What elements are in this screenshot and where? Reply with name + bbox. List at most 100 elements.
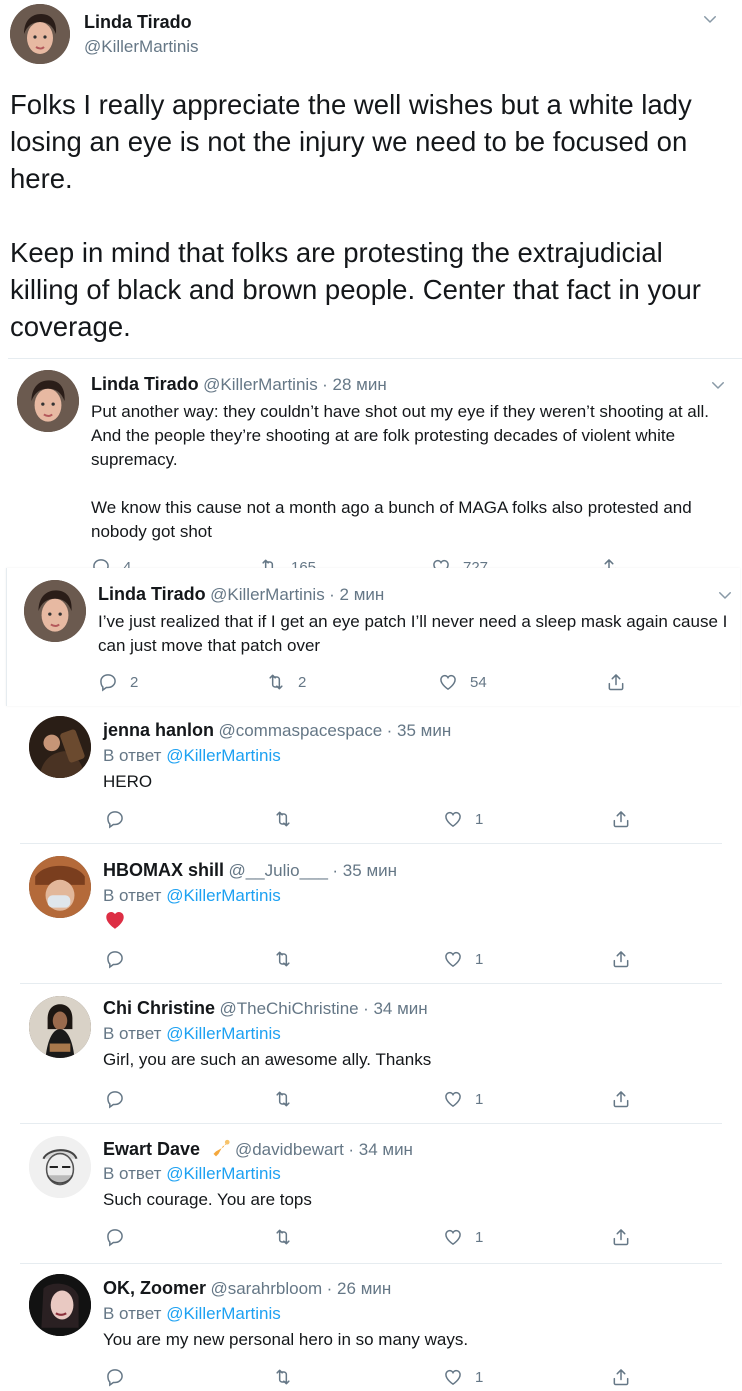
chevron-down-icon[interactable] — [701, 10, 719, 28]
author-handle[interactable]: @davidbewart — [235, 1140, 344, 1159]
tweet-actions: 1 — [105, 1226, 645, 1248]
like-button[interactable]: 1 — [443, 1088, 483, 1110]
avatar[interactable] — [29, 856, 91, 918]
divider — [8, 358, 742, 359]
heart-icon — [443, 1367, 463, 1387]
retweet-button[interactable] — [273, 1366, 293, 1388]
heart-icon — [443, 1227, 463, 1247]
timestamp[interactable]: · 34 мин — [348, 1140, 413, 1159]
retweet-button[interactable] — [273, 808, 293, 830]
reply-tweet[interactable]: OK, Zoomer @sarahrbloom · 26 мин В ответ… — [0, 1264, 742, 1391]
like-count: 1 — [475, 950, 484, 968]
author-handle[interactable]: @sarahrbloom — [210, 1279, 322, 1298]
share-button[interactable] — [611, 1226, 631, 1248]
author-name[interactable]: HBOMAX shill — [103, 860, 224, 880]
trumpet-icon — [211, 1138, 231, 1158]
retweet-icon — [273, 1367, 293, 1387]
reply-icon — [105, 809, 125, 829]
author-handle[interactable]: @KillerMartinis — [210, 585, 325, 604]
reply-tweet[interactable]: Chi Christine @TheChiChristine · 34 мин … — [0, 984, 742, 1124]
tweet-text: You are my new personal hero in so many … — [103, 1330, 469, 1349]
avatar[interactable] — [10, 4, 70, 64]
main-tweet: Linda Tirado @KillerMartinis Folks I rea… — [0, 0, 742, 358]
author-handle[interactable]: @commaspacespace — [218, 721, 382, 740]
retweet-button[interactable]: 2 — [266, 671, 306, 693]
reply-target-link[interactable]: @KillerMartinis — [166, 1164, 281, 1183]
heart-icon — [443, 1089, 463, 1109]
tweet-header: jenna hanlon @commaspacespace · 35 мин — [103, 720, 451, 741]
retweet-button[interactable] — [273, 948, 293, 970]
share-icon — [611, 1367, 631, 1387]
timestamp[interactable]: · 2 мин — [329, 585, 384, 604]
reply-context: В ответ @KillerMartinis — [103, 1164, 281, 1184]
like-count: 1 — [475, 1368, 484, 1386]
timestamp[interactable]: · 26 мин — [327, 1279, 392, 1298]
reply-prefix: В ответ — [103, 886, 162, 905]
author-name[interactable]: Linda Tirado — [84, 12, 192, 33]
reply-context: В ответ @KillerMartinis — [103, 1024, 281, 1044]
reply-button[interactable] — [105, 1226, 125, 1248]
share-button[interactable] — [611, 948, 631, 970]
chevron-down-icon[interactable] — [716, 586, 734, 604]
author-name[interactable]: Chi Christine — [103, 998, 215, 1018]
reply-target-link[interactable]: @KillerMartinis — [166, 1304, 281, 1323]
timestamp[interactable]: · 28 мин — [322, 375, 387, 394]
retweet-icon — [266, 672, 286, 692]
like-button[interactable]: 1 — [443, 808, 483, 830]
like-button[interactable]: 1 — [443, 948, 483, 970]
chevron-down-icon[interactable] — [709, 376, 727, 394]
avatar[interactable] — [29, 1136, 91, 1198]
reply-target-link[interactable]: @KillerMartinis — [166, 886, 281, 905]
share-button[interactable] — [606, 671, 626, 693]
author-name[interactable]: Ewart Dave — [103, 1139, 200, 1159]
tweet-header: HBOMAX shill @__Julio___ · 35 мин — [103, 860, 397, 881]
timestamp[interactable]: · 35 мин — [387, 721, 452, 740]
retweet-icon — [273, 809, 293, 829]
author-handle[interactable]: @TheChiChristine — [219, 999, 358, 1018]
avatar[interactable] — [29, 1274, 91, 1336]
author-name[interactable]: Linda Tirado — [98, 584, 206, 604]
reply-prefix: В ответ — [103, 746, 162, 765]
reply-button[interactable] — [105, 1088, 125, 1110]
author-name[interactable]: Linda Tirado — [91, 374, 199, 394]
reply-target-link[interactable]: @KillerMartinis — [166, 746, 281, 765]
avatar[interactable] — [24, 580, 86, 642]
like-button[interactable]: 1 — [443, 1366, 483, 1388]
reply-target-link[interactable]: @KillerMartinis — [166, 1024, 281, 1043]
avatar[interactable] — [17, 370, 79, 432]
timestamp[interactable]: · 35 мин — [332, 861, 397, 880]
share-button[interactable] — [611, 808, 631, 830]
avatar[interactable] — [29, 716, 91, 778]
share-button[interactable] — [611, 1088, 631, 1110]
thread-tweet[interactable]: Linda Tirado @KillerMartinis · 2 мин I’v… — [6, 568, 740, 706]
author-name[interactable]: jenna hanlon — [103, 720, 214, 740]
timestamp[interactable]: · 34 мин — [363, 999, 428, 1018]
author-handle[interactable]: @KillerMartinis — [203, 375, 318, 394]
like-button[interactable]: 1 — [443, 1226, 483, 1248]
red-heart-emoji — [104, 909, 126, 931]
like-button[interactable]: 54 — [438, 671, 487, 693]
heart-icon — [443, 949, 463, 969]
author-handle[interactable]: @KillerMartinis — [84, 37, 199, 57]
reply-tweet[interactable]: HBOMAX shill @__Julio___ · 35 мин В отве… — [0, 844, 742, 984]
reply-button[interactable]: 2 — [98, 671, 138, 693]
reply-tweet[interactable]: Ewart Dave @davidbewart · 34 мин В ответ… — [0, 1124, 742, 1264]
tweet-text: HERO — [103, 772, 153, 791]
share-button[interactable] — [611, 1366, 631, 1388]
reply-button[interactable] — [105, 948, 125, 970]
tweet-header: Ewart Dave @davidbewart · 34 мин — [103, 1138, 413, 1160]
reply-prefix: В ответ — [103, 1304, 162, 1323]
like-count: 1 — [475, 1090, 484, 1108]
author-handle[interactable]: @__Julio___ — [228, 861, 328, 880]
tweet-actions: 2 2 54 — [98, 671, 658, 693]
avatar[interactable] — [29, 996, 91, 1058]
like-count: 1 — [475, 1228, 484, 1246]
tweet-header: Chi Christine @TheChiChristine · 34 мин — [103, 998, 428, 1019]
tweet-text: Girl, you are such an awesome ally. Than… — [103, 1050, 432, 1069]
author-name[interactable]: OK, Zoomer — [103, 1278, 206, 1298]
reply-tweet[interactable]: jenna hanlon @commaspacespace · 35 мин В… — [0, 704, 742, 844]
retweet-button[interactable] — [273, 1226, 293, 1248]
reply-button[interactable] — [105, 1366, 125, 1388]
retweet-button[interactable] — [273, 1088, 293, 1110]
reply-button[interactable] — [105, 808, 125, 830]
